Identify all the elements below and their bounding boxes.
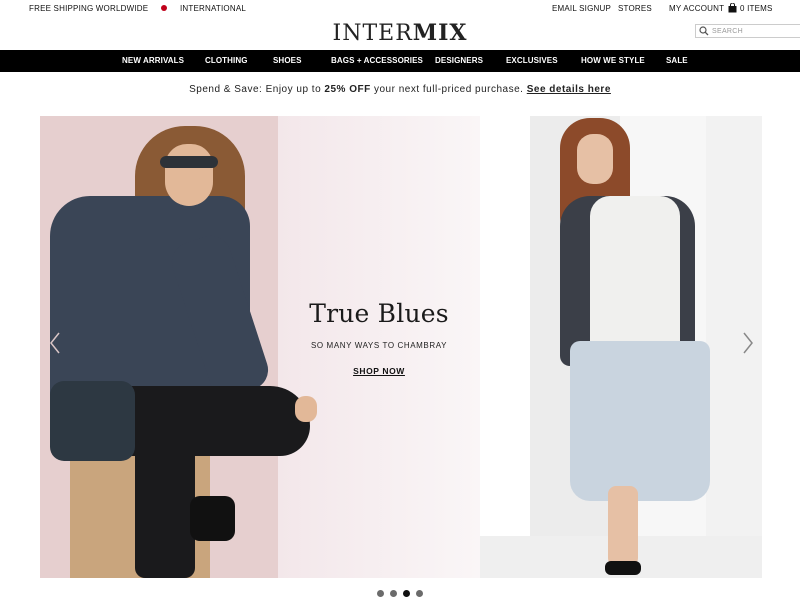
carousel-next-chevron-icon[interactable] [741,331,755,355]
carousel-dot-3-active[interactable] [403,590,410,597]
carousel-indicators [0,590,800,598]
model-right-face [577,134,613,184]
nav-item-exclusives[interactable]: EXCLUSIVES [506,56,558,65]
nav-item-how-we-style[interactable]: HOW WE STYLE [581,56,645,65]
model-left-shoe [190,496,235,541]
international-flag-icon[interactable] [161,5,167,11]
hero-subtitle: SO MANY WAYS TO CHAMBRAY [310,341,448,350]
carousel-dot-2[interactable] [390,590,397,597]
search-box[interactable] [695,24,800,38]
stores-link[interactable]: STORES [618,4,652,13]
model-left-handbag [50,381,135,461]
promo-details-link[interactable]: See details here [527,84,611,95]
main-nav: NEW ARRIVALS CLOTHING SHOES BAGS + ACCES… [0,50,800,72]
nav-item-designers[interactable]: DESIGNERS [435,56,483,65]
hero-carousel[interactable]: True Blues SO MANY WAYS TO CHAMBRAY SHOP… [40,116,762,578]
utility-bar: FREE SHIPPING WORLDWIDE INTERNATIONAL EM… [0,0,800,18]
my-account-link[interactable]: MY ACCOUNT [669,4,724,13]
carousel-dot-1[interactable] [377,590,384,597]
shop-now-link[interactable]: SHOP NOW [353,366,405,376]
promo-banner: Spend & Save: Enjoy up to 25% OFF your n… [0,84,800,95]
hero-pillar-light [480,116,530,578]
nav-item-shoes[interactable]: SHOES [273,56,302,65]
model-right-culottes [570,341,710,501]
carousel-prev-chevron-icon[interactable] [48,331,62,355]
search-icon[interactable] [699,26,709,36]
search-input[interactable] [712,25,800,37]
shop-now-wrapper: SHOP NOW [278,366,480,376]
model-left-leg [135,436,195,578]
hero-title: True Blues [309,299,449,328]
model-left-sunglasses [160,156,218,168]
intermix-logo[interactable]: INTERMIX [300,20,500,46]
email-signup-link[interactable]: EMAIL SIGNUP [552,4,611,13]
model-left-face [165,144,213,206]
promo-suffix: your next full-priced purchase. [370,84,527,95]
nav-item-bags-accessories[interactable]: BAGS + ACCESSORIES [331,56,423,65]
model-right-shoe [605,561,641,575]
international-link[interactable]: INTERNATIONAL [180,4,246,13]
promo-discount: 25% OFF [324,84,371,95]
free-shipping-text: FREE SHIPPING WORLDWIDE [29,4,149,13]
bag-items-count[interactable]: 0 ITEMS [740,4,773,13]
logo-text-inter: INTER [332,21,413,46]
nav-item-clothing[interactable]: CLOTHING [205,56,248,65]
promo-prefix: Spend & Save: Enjoy up to [189,84,325,95]
nav-item-sale[interactable]: SALE [666,56,688,65]
carousel-dot-4[interactable] [416,590,423,597]
nav-item-new-arrivals[interactable]: NEW ARRIVALS [122,56,184,65]
model-right-leg [608,486,638,566]
shopping-bag-icon[interactable] [728,3,737,13]
model-left-hand [295,396,317,422]
logo-text-mix: MIX [412,20,468,46]
